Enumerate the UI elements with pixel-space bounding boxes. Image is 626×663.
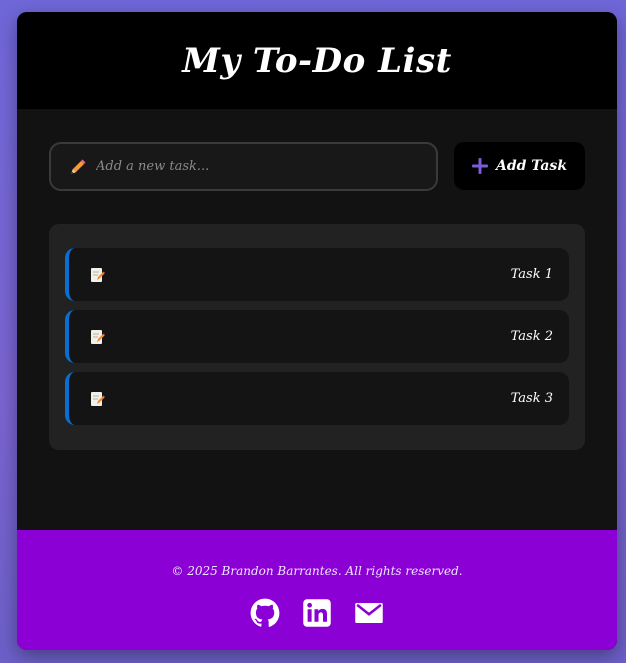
- copyright-text: © 2025 Brandon Barrantes. All rights res…: [171, 564, 463, 578]
- linkedin-link[interactable]: [302, 598, 332, 628]
- task-label: Task 1: [510, 267, 553, 282]
- memo-icon: [91, 267, 105, 282]
- task-list: Task 1 Task 2 Task 3: [49, 224, 585, 450]
- task-input-wrapper[interactable]: [49, 142, 438, 191]
- memo-icon: [91, 391, 105, 406]
- social-links: [250, 598, 384, 628]
- add-task-label: Add Task: [495, 158, 568, 174]
- pencil-icon: [71, 159, 86, 174]
- task-input[interactable]: [96, 144, 436, 189]
- todo-card: My To-Do List Add Task: [17, 12, 617, 650]
- task-item[interactable]: Task 3: [65, 372, 569, 425]
- header: My To-Do List: [17, 12, 617, 109]
- task-item[interactable]: Task 1: [65, 248, 569, 301]
- footer: © 2025 Brandon Barrantes. All rights res…: [17, 530, 617, 650]
- page-title: My To-Do List: [182, 40, 452, 81]
- task-label: Task 3: [510, 391, 553, 406]
- github-link[interactable]: [250, 598, 280, 628]
- input-row: Add Task: [49, 142, 585, 192]
- task-item[interactable]: Task 2: [65, 310, 569, 363]
- memo-icon: [91, 329, 105, 344]
- add-task-button[interactable]: Add Task: [454, 142, 585, 190]
- linkedin-icon: [303, 599, 331, 627]
- email-link[interactable]: [354, 598, 384, 628]
- github-icon: [250, 598, 280, 627]
- plus-icon: [471, 158, 488, 174]
- email-icon: [355, 603, 383, 623]
- task-label: Task 2: [510, 329, 553, 344]
